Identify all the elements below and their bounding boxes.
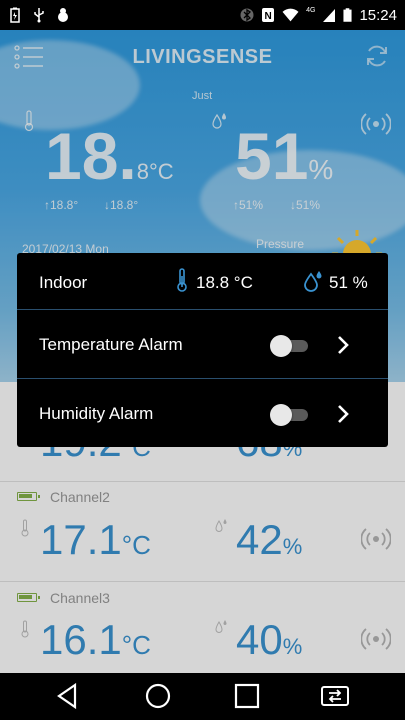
nfc-icon: N: [262, 8, 275, 22]
wifi-icon: [282, 8, 299, 22]
toggle-knob: [270, 404, 292, 426]
humidity-alarm-toggle[interactable]: [270, 404, 308, 426]
status-bar: N 4G 15:24: [0, 0, 405, 30]
dialog-temperature: 18.8 °C: [196, 273, 253, 292]
chevron-right-icon[interactable]: [335, 333, 351, 357]
screen-switch-icon[interactable]: [320, 681, 350, 711]
temperature-alarm-toggle[interactable]: [270, 335, 308, 357]
navigation-bar: [0, 673, 405, 720]
temperature-alarm-label: Temperature Alarm: [39, 335, 183, 354]
humidity-drop-icon: [304, 271, 322, 292]
home-icon[interactable]: [143, 681, 173, 711]
network-type: 4G: [306, 6, 316, 14]
temperature-alarm-row[interactable]: Temperature Alarm: [17, 311, 388, 379]
dialog-humidity: 51 %: [329, 273, 368, 292]
back-icon[interactable]: [53, 681, 83, 711]
cell-signal-icon: [323, 9, 336, 22]
indoor-alarm-dialog: Indoor 18.8 °C 51 % Temperature Alarm Hu…: [17, 253, 388, 447]
dialog-header: Indoor 18.8 °C 51 %: [17, 253, 388, 310]
toggle-knob: [270, 335, 292, 357]
battery-icon: [343, 8, 353, 22]
chevron-right-icon[interactable]: [335, 402, 351, 426]
dialog-title: Indoor: [39, 273, 88, 292]
humidity-alarm-row[interactable]: Humidity Alarm: [17, 380, 388, 447]
thermometer-icon: [177, 268, 187, 292]
android-debug-icon: [58, 8, 68, 22]
clock: 15:24: [359, 6, 397, 24]
usb-icon: [34, 8, 44, 23]
humidity-alarm-label: Humidity Alarm: [39, 404, 154, 423]
recents-icon[interactable]: [232, 681, 262, 711]
svg-text:N: N: [265, 11, 272, 22]
battery-charging-icon: [10, 7, 20, 23]
bluetooth-icon: [240, 8, 254, 22]
